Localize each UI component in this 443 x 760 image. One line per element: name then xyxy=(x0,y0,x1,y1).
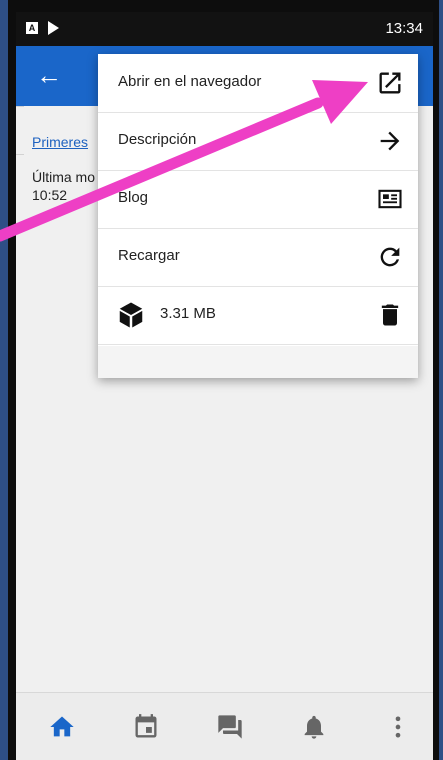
overflow-menu: Abrir en el navegador Descripción Blog R… xyxy=(98,54,418,378)
arrow-right-icon xyxy=(376,127,404,155)
reload-icon xyxy=(376,243,404,271)
last-modified-time: 10:52 xyxy=(32,187,68,203)
status-bar: A 13:34 xyxy=(16,12,433,46)
menu-item-description[interactable]: Descripción xyxy=(98,112,418,171)
notification-app-icon: A xyxy=(26,22,38,34)
menu-item-open-browser[interactable]: Abrir en el navegador xyxy=(98,54,418,113)
status-time: 13:34 xyxy=(385,20,423,37)
play-store-icon xyxy=(48,21,59,35)
newspaper-icon xyxy=(376,185,404,213)
menu-footer xyxy=(98,346,418,378)
calendar-icon[interactable] xyxy=(132,713,160,741)
last-modified-text: Última mo 10:52 xyxy=(32,168,95,204)
menu-item-blog[interactable]: Blog xyxy=(98,170,418,229)
menu-item-label: Descripción xyxy=(118,131,197,148)
more-vertical-icon[interactable] xyxy=(384,713,412,741)
open-in-new-icon xyxy=(376,69,404,97)
trash-icon[interactable] xyxy=(376,301,404,329)
menu-item-label: Blog xyxy=(118,189,149,206)
package-icon xyxy=(116,300,146,330)
back-arrow-icon[interactable]: ← xyxy=(36,62,62,88)
storage-size: 3.31 MB xyxy=(160,305,216,322)
page-link[interactable]: Primeres xyxy=(32,134,88,150)
menu-item-reload[interactable]: Recargar xyxy=(98,228,418,287)
menu-item-storage[interactable]: 3.31 MB xyxy=(98,286,418,345)
forum-icon[interactable] xyxy=(216,713,244,741)
home-icon[interactable] xyxy=(48,713,76,741)
menu-item-label: Recargar xyxy=(118,247,180,264)
menu-item-label: Abrir en el navegador xyxy=(118,73,262,90)
bell-icon[interactable] xyxy=(300,713,328,741)
divider xyxy=(16,154,24,155)
screen: A 13:34 ← Primeres Última mo 10:52 Abrir… xyxy=(16,12,433,760)
divider xyxy=(16,106,24,107)
bottom-navigation xyxy=(16,692,433,760)
last-modified-label: Última mo xyxy=(32,169,96,185)
